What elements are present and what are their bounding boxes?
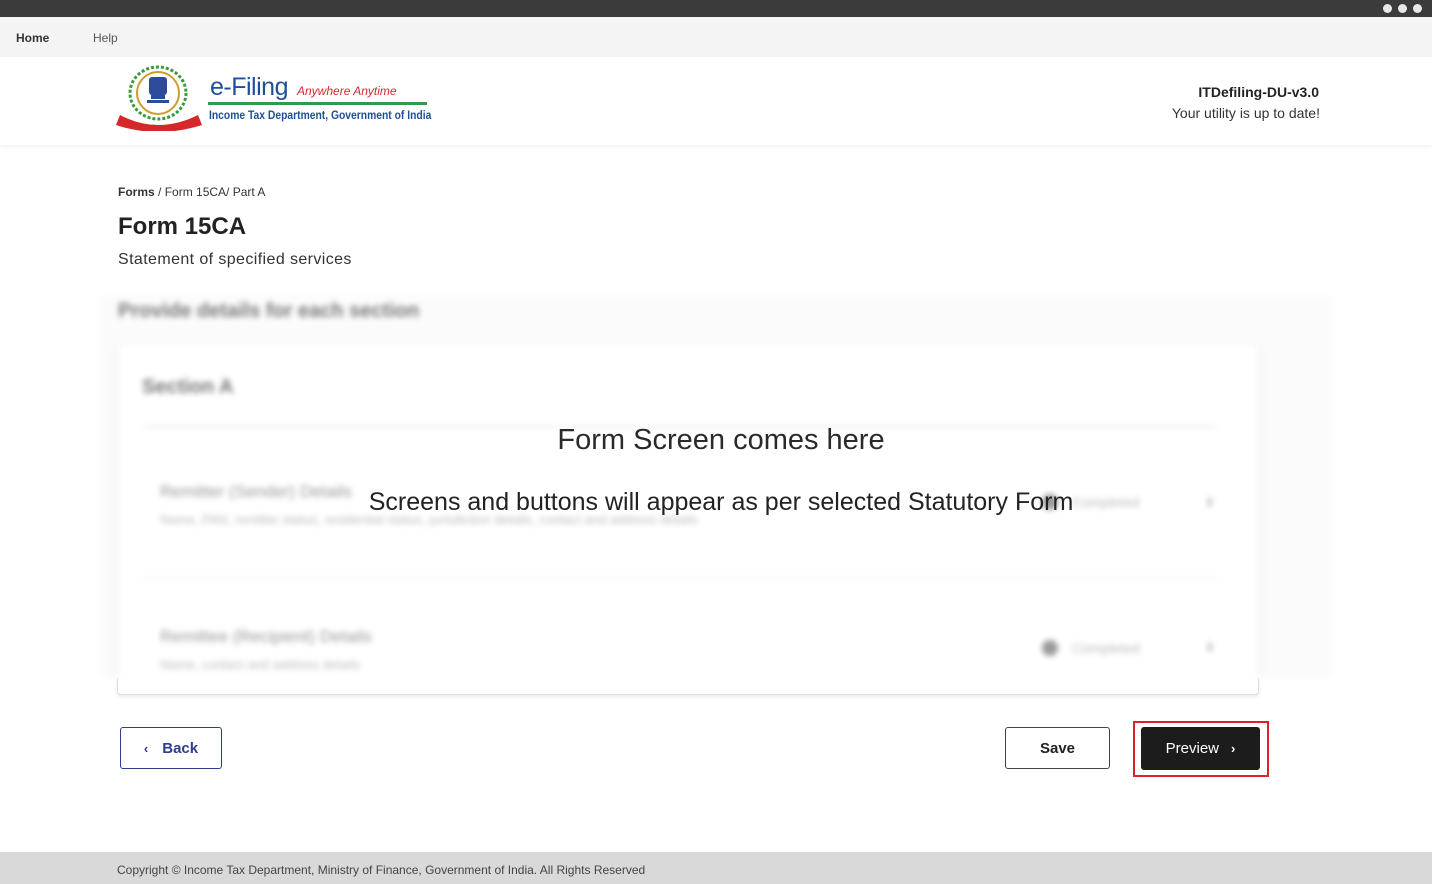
- menu-home[interactable]: Home: [16, 31, 49, 45]
- row-title: Remittee (Recipient) Details: [160, 627, 372, 646]
- preview-button[interactable]: Preview ›: [1141, 727, 1260, 770]
- section-title: Section A: [142, 376, 234, 398]
- utility-version: ITDefiling-DU-v3.0: [1198, 84, 1319, 100]
- breadcrumb-forms-link[interactable]: Forms: [118, 185, 155, 199]
- window-titlebar: [0, 0, 1432, 17]
- preview-button-label: Preview: [1165, 740, 1219, 757]
- placeholder-subtitle: Screens and buttons will appear as per s…: [368, 488, 1074, 516]
- footer: Copyright © Income Tax Department, Minis…: [0, 852, 1432, 884]
- chevron-left-icon: ‹: [143, 740, 149, 756]
- chevron-right-icon: ›: [1231, 741, 1236, 756]
- menu-help[interactable]: Help: [93, 31, 118, 45]
- emblem-logo-icon: [116, 65, 202, 131]
- brand-subtitle: Income Tax Department, Government of Ind…: [209, 108, 432, 122]
- dot: [1398, 4, 1407, 13]
- brand-divider: [208, 102, 427, 105]
- breadcrumb: Forms / Form 15CA/ Part A: [118, 185, 265, 199]
- sections-heading: Provide details for each section: [118, 300, 420, 322]
- brand-tagline: Anywhere Anytime: [297, 84, 397, 98]
- brand-title: e-Filing: [210, 73, 288, 101]
- utility-status: Your utility is up to date!: [1171, 105, 1320, 121]
- save-button[interactable]: Save: [1005, 727, 1110, 769]
- save-button-label: Save: [1039, 739, 1076, 757]
- chevron-right-icon: ›: [1206, 633, 1214, 658]
- section-card-edge: [117, 678, 1259, 695]
- divider: [142, 578, 1218, 579]
- dot: [1413, 4, 1422, 13]
- page-subtitle: Statement of specified services: [118, 251, 352, 268]
- app-header: e-Filing Anywhere Anytime Income Tax Dep…: [0, 57, 1432, 145]
- breadcrumb-rest: / Form 15CA/ Part A: [154, 185, 266, 199]
- row-subtitle: Name, contact and address details: [160, 657, 361, 672]
- dot: [1383, 4, 1392, 13]
- page-title: Form 15CA: [118, 213, 247, 240]
- status-icon: [1042, 640, 1058, 656]
- copyright-text: Copyright © Income Tax Department, Minis…: [117, 863, 646, 877]
- back-button-label: Back: [162, 739, 199, 757]
- menu-bar: Home Help: [0, 17, 1432, 57]
- form-placeholder-background: Provide details for each section Section…: [100, 296, 1332, 678]
- window-menu-icon[interactable]: [1383, 4, 1422, 13]
- row-status: Completed: [1072, 640, 1140, 656]
- back-button[interactable]: ‹ Back: [120, 727, 222, 769]
- placeholder-title: Form Screen comes here: [557, 424, 885, 456]
